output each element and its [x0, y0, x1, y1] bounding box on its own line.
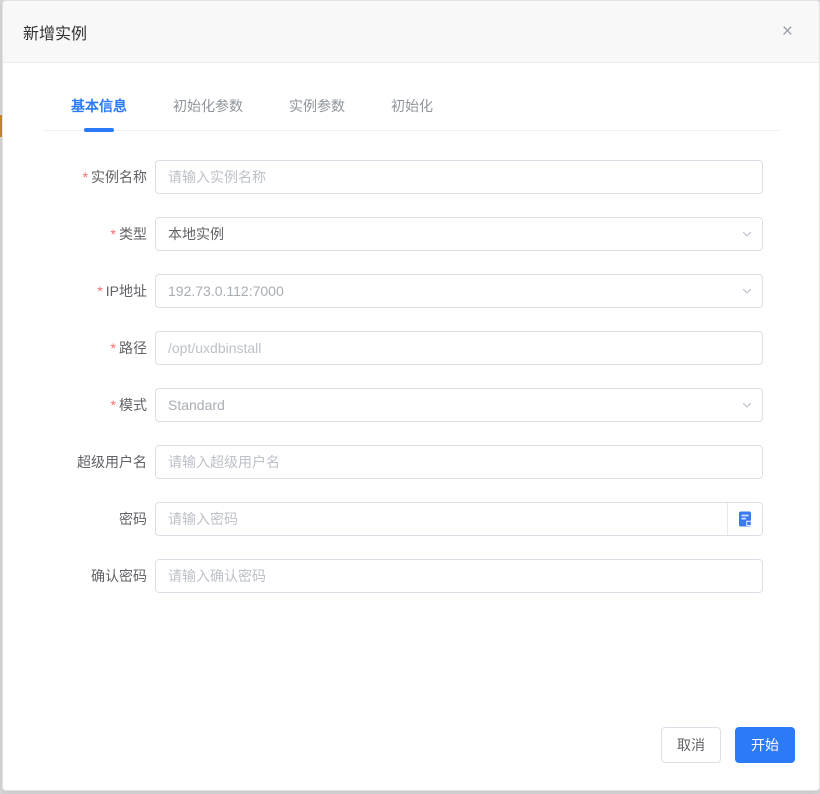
tab-bar: 基本信息 初始化参数 实例参数 初始化 [43, 96, 779, 131]
tab-label: 初始化 [391, 98, 433, 114]
form-row-superuser: *超级用户名 [43, 445, 763, 479]
superuser-control [155, 445, 763, 479]
required-asterisk: * [111, 226, 116, 242]
path-label: *路径 [43, 338, 147, 358]
superuser-label: *超级用户名 [43, 452, 147, 472]
tab-basic-info[interactable]: 基本信息 [71, 96, 127, 130]
type-label: *类型 [43, 224, 147, 244]
form-row-instance-name: *实例名称 [43, 160, 763, 194]
instance-name-input[interactable] [155, 160, 763, 194]
tab-init-params[interactable]: 初始化参数 [173, 96, 243, 130]
tab-label: 基本信息 [71, 98, 127, 114]
instance-name-control [155, 160, 763, 194]
dialog-footer: 取消 开始 [3, 727, 819, 790]
path-input[interactable] [155, 331, 763, 365]
form-row-path: *路径 [43, 331, 763, 365]
type-select-value[interactable] [155, 217, 763, 251]
ip-address-select-value[interactable] [155, 274, 763, 308]
password-label: *密码 [43, 509, 147, 529]
type-select[interactable] [155, 217, 763, 251]
form-row-mode: *模式 [43, 388, 763, 422]
form-row-password: *密码 [43, 502, 763, 536]
password-generator-button[interactable] [727, 503, 762, 535]
required-asterisk: * [111, 397, 116, 413]
required-asterisk: * [83, 169, 88, 185]
form-row-ip-address: *IP地址 [43, 274, 763, 308]
superuser-input[interactable] [155, 445, 763, 479]
cancel-button[interactable]: 取消 [661, 727, 721, 763]
tab-label: 实例参数 [289, 98, 345, 114]
password-input[interactable] [155, 502, 763, 536]
ip-address-select[interactable] [155, 274, 763, 308]
tab-initialization[interactable]: 初始化 [391, 96, 433, 130]
required-asterisk: * [111, 340, 116, 356]
required-asterisk: * [97, 283, 102, 299]
ip-address-label: *IP地址 [43, 281, 147, 301]
confirm-password-label: *确认密码 [43, 566, 147, 586]
mode-select-value[interactable] [155, 388, 763, 422]
tab-instance-params[interactable]: 实例参数 [289, 96, 345, 130]
active-tab-underline [84, 128, 114, 132]
close-icon[interactable]: × [782, 22, 793, 41]
mode-label: *模式 [43, 395, 147, 415]
tab-label: 初始化参数 [173, 98, 243, 114]
add-instance-dialog: 新增实例 × 基本信息 初始化参数 实例参数 初始化 *实例名称 [2, 0, 820, 791]
confirm-password-input[interactable] [155, 559, 763, 593]
start-button[interactable]: 开始 [735, 727, 795, 763]
dialog-title: 新增实例 [23, 20, 87, 44]
path-control [155, 331, 763, 365]
form-row-type: *类型 [43, 217, 763, 251]
password-generator-icon [736, 510, 754, 528]
dialog-header: 新增实例 × [3, 1, 819, 63]
confirm-password-control [155, 559, 763, 593]
form-row-confirm-password: *确认密码 [43, 559, 763, 593]
password-control [155, 502, 763, 536]
dialog-body: 基本信息 初始化参数 实例参数 初始化 *实例名称 [3, 63, 819, 727]
basic-info-form: *实例名称 *类型 *IP地址 [3, 131, 819, 593]
instance-name-label: *实例名称 [43, 167, 147, 187]
mode-select[interactable] [155, 388, 763, 422]
